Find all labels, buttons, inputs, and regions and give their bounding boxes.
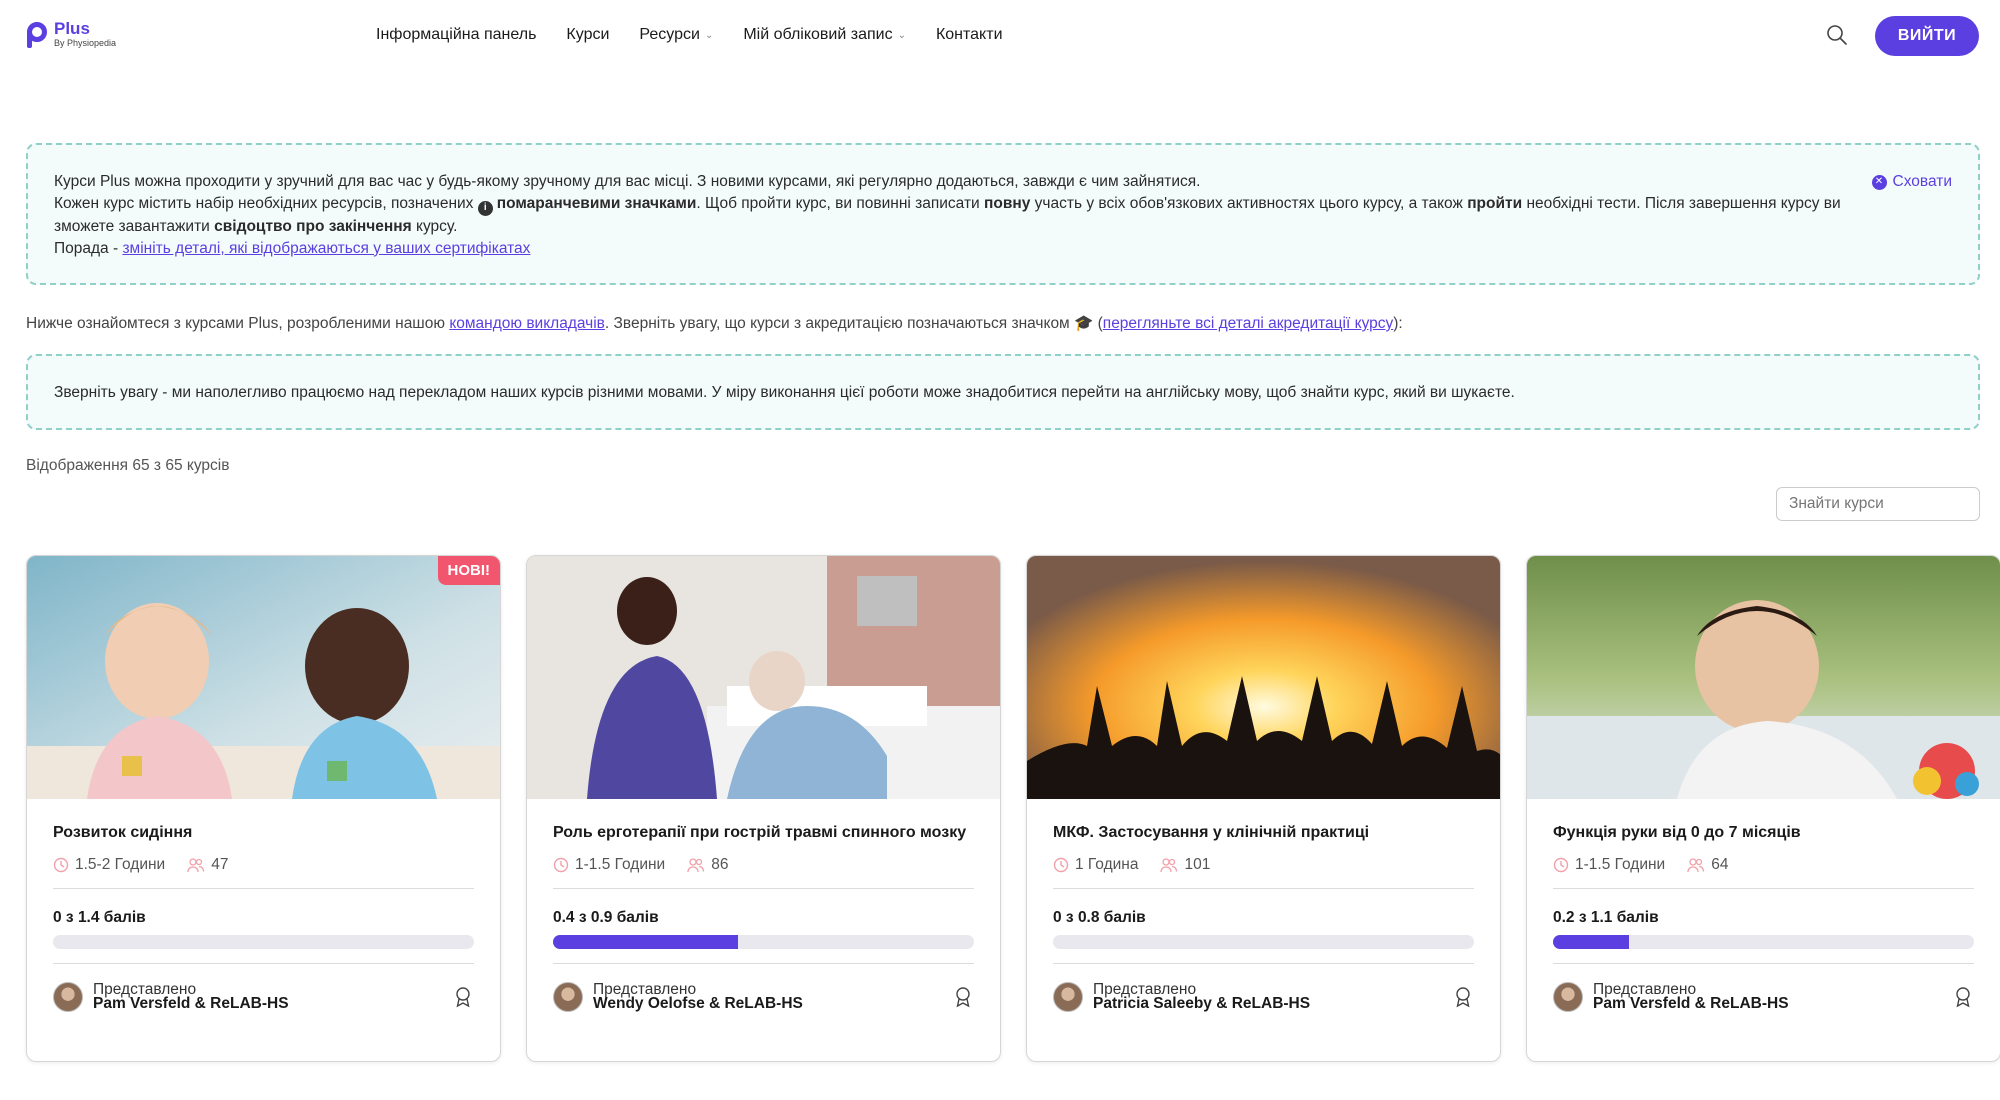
plus-logo[interactable]: Plus By Physiopedia bbox=[24, 20, 116, 48]
course-points: 0 з 1.4 балів bbox=[53, 909, 146, 926]
clock-icon bbox=[1053, 857, 1069, 873]
users-icon bbox=[187, 858, 205, 873]
info-text-bold: пройти bbox=[1467, 195, 1523, 212]
course-progress bbox=[1553, 935, 1974, 949]
course-count: Відображення 65 з 65 курсів bbox=[26, 457, 230, 474]
site-header: Plus By Physiopedia Інформаційна панель … bbox=[0, 0, 2000, 72]
info-panel: Курси Plus можна проходити у зручний для… bbox=[26, 143, 1980, 285]
chevron-down-icon: ⌄ bbox=[897, 29, 906, 41]
logo-icon bbox=[24, 20, 48, 48]
nav-label: Ресурси bbox=[639, 26, 700, 43]
course-points: 0.2 з 1.1 балів bbox=[1553, 909, 1659, 926]
info-text: участь у всіх обов'язкових активностях ц… bbox=[1034, 195, 1463, 212]
chevron-down-icon: ⌄ bbox=[704, 29, 714, 41]
course-image-toddlers: НОВІ! bbox=[27, 556, 500, 799]
nav-label: Контакти bbox=[935, 26, 1003, 43]
award-icon bbox=[956, 987, 970, 1008]
course-duration: 1 Година bbox=[1075, 856, 1139, 873]
info-tip: Порада - змініть деталі, які відображают… bbox=[54, 238, 1858, 260]
course-image-hospital bbox=[527, 556, 1000, 799]
course-title[interactable]: Розвиток сидіння bbox=[53, 824, 474, 842]
intro-text: . Зверніть увагу, що курси з акредитаціє… bbox=[604, 315, 1103, 332]
course-title[interactable]: Роль ерготерапії при гострій травмі спин… bbox=[553, 824, 974, 842]
avatar bbox=[53, 982, 83, 1012]
course-points: 0.4 з 0.9 балів bbox=[553, 909, 659, 926]
info-text-bold: свідоцтво про закінчення bbox=[214, 217, 412, 235]
users-icon bbox=[1160, 858, 1178, 873]
certificate-details-link[interactable]: змініть деталі, які відображаються у ваш… bbox=[122, 240, 530, 257]
presenter-name: Wendy Oelofse & ReLAB-HS bbox=[593, 995, 803, 1012]
translation-note-text: Зверніть увагу - ми наполегливо працюємо… bbox=[54, 384, 1515, 401]
course-title[interactable]: Функція руки від 0 до 7 місяців bbox=[1553, 824, 1974, 842]
presenter-name: Pam Versfeld & ReLAB-HS bbox=[93, 995, 289, 1012]
courses-intro: Нижче ознайомтеся з курсами Plus, розроб… bbox=[26, 314, 1403, 333]
course-card[interactable]: МКФ. Застосування у клінічній практиці 1… bbox=[1026, 555, 1501, 1062]
course-progress bbox=[553, 935, 974, 949]
users-icon bbox=[1687, 858, 1705, 873]
presenter-name: Pam Versfeld & ReLAB-HS bbox=[1593, 995, 1789, 1012]
translation-notice: Зверніть увагу - ми наполегливо працюємо… bbox=[26, 354, 1980, 430]
search-courses-input[interactable] bbox=[1776, 487, 1980, 521]
course-card[interactable]: Роль ерготерапії при гострій травмі спин… bbox=[526, 555, 1001, 1062]
course-progress bbox=[53, 935, 474, 949]
users-icon bbox=[687, 858, 705, 873]
info-text: курсу. bbox=[416, 217, 458, 235]
course-enrolled: 86 bbox=[711, 856, 729, 873]
course-progress bbox=[1053, 935, 1474, 949]
info-text-bold: помаранчевими значками bbox=[496, 195, 697, 212]
course-enrolled: 101 bbox=[1184, 856, 1211, 873]
info-line-1: Курси Plus можна проходити у зручний для… bbox=[54, 173, 1201, 190]
tip-prefix: Порада - bbox=[54, 239, 119, 257]
close-icon: ✕ bbox=[1871, 174, 1887, 190]
clock-icon bbox=[553, 857, 569, 873]
award-icon bbox=[456, 987, 470, 1008]
clock-icon bbox=[53, 857, 69, 873]
nav-label: Мій обліковий запис bbox=[743, 26, 893, 43]
course-title[interactable]: МКФ. Застосування у клінічній практиці bbox=[1053, 824, 1474, 842]
nav-my-account[interactable]: Мій обліковий запис ⌄ bbox=[743, 26, 906, 44]
avatar bbox=[553, 982, 583, 1012]
course-image-baby bbox=[1527, 556, 2000, 799]
course-duration: 1-1.5 Години bbox=[575, 856, 666, 873]
new-badge: НОВІ! bbox=[437, 556, 500, 585]
main-nav: Інформаційна панель Курси Ресурси ⌄ Мій о… bbox=[376, 26, 1003, 44]
hide-info-button[interactable]: ✕ Сховати bbox=[1871, 171, 1953, 193]
info-text-bold: повну bbox=[984, 195, 1031, 212]
clock-icon bbox=[1553, 857, 1569, 873]
info-icon: i bbox=[477, 200, 493, 216]
course-duration: 1-1.5 Години bbox=[1575, 856, 1666, 873]
course-image-sunset-silhouettes bbox=[1027, 556, 1500, 799]
logout-button[interactable]: ВИЙТИ bbox=[1875, 16, 1979, 56]
course-card[interactable]: НОВІ! Розвиток сидіння 1.5-2 Години 47 0… bbox=[26, 555, 501, 1062]
nav-resources[interactable]: Ресурси ⌄ bbox=[639, 26, 713, 44]
course-points: 0 з 0.8 балів bbox=[1053, 909, 1146, 926]
award-icon bbox=[1956, 987, 1970, 1008]
avatar bbox=[1053, 982, 1083, 1012]
info-text: . Щоб пройти курс, ви повинні записати bbox=[696, 195, 980, 212]
intro-text: ): bbox=[1393, 315, 1403, 332]
info-line-2: Кожен курс містить набір необхідних ресу… bbox=[54, 193, 1858, 238]
presenter-name: Patricia Saleeby & ReLAB-HS bbox=[1093, 995, 1311, 1012]
search-icon[interactable] bbox=[1826, 24, 1848, 46]
accreditation-details-link[interactable]: перегляньте всі деталі акредитації курсу bbox=[1103, 315, 1393, 332]
nav-label: Курси bbox=[566, 26, 610, 43]
award-icon bbox=[1456, 987, 1470, 1008]
course-enrolled: 47 bbox=[211, 856, 229, 873]
course-enrolled: 64 bbox=[1711, 856, 1729, 873]
brand-tagline: By Physiopedia bbox=[54, 38, 117, 48]
hide-label: Сховати bbox=[1892, 173, 1953, 190]
nav-label: Інформаційна панель bbox=[376, 26, 537, 43]
nav-dashboard[interactable]: Інформаційна панель bbox=[376, 26, 536, 44]
info-text: Кожен курс містить набір необхідних ресу… bbox=[54, 195, 474, 212]
avatar bbox=[1553, 982, 1583, 1012]
course-duration: 1.5-2 Години bbox=[75, 856, 166, 873]
intro-text: Нижче ознайомтеся з курсами Plus, розроб… bbox=[26, 315, 445, 332]
brand-name: Plus bbox=[54, 19, 90, 38]
teachers-team-link[interactable]: командою викладачів bbox=[449, 315, 605, 332]
nav-contacts[interactable]: Контакти bbox=[936, 26, 1003, 44]
nav-courses[interactable]: Курси bbox=[566, 26, 609, 44]
course-card[interactable]: Функція руки від 0 до 7 місяців 1-1.5 Го… bbox=[1526, 555, 2000, 1062]
